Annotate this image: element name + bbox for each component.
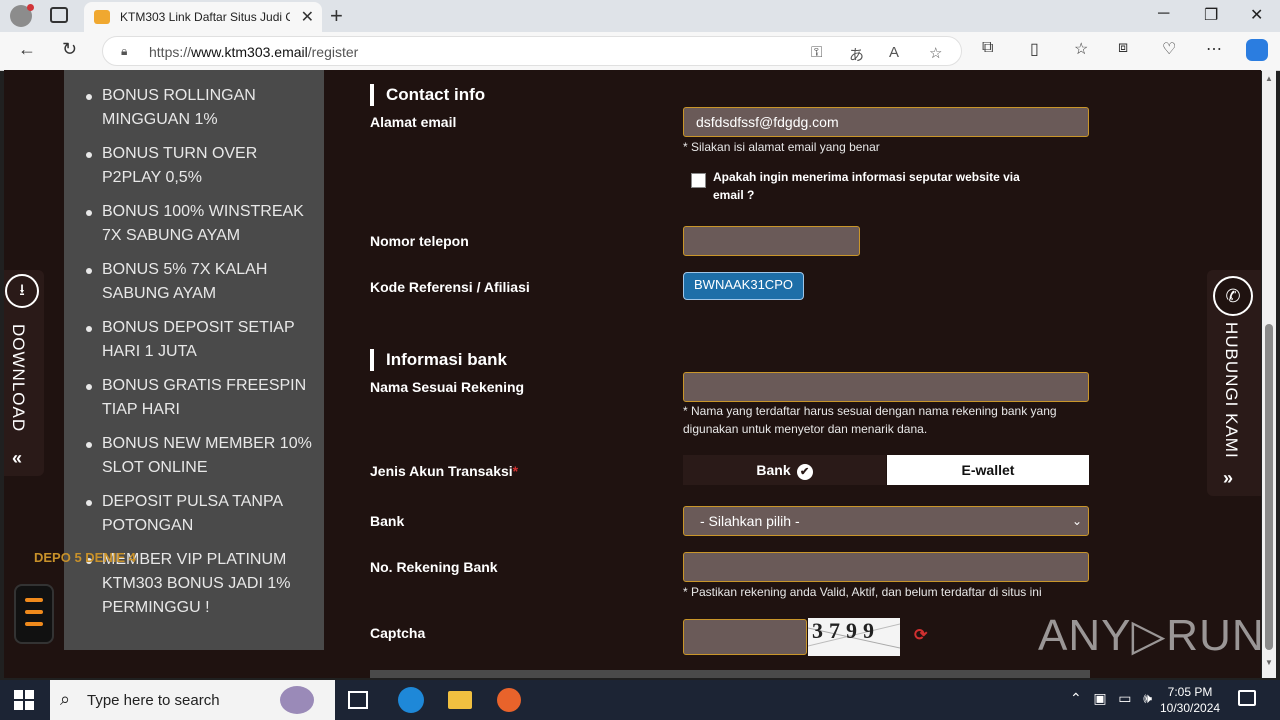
address-bar: ← ↻ 🔒︎ https://www.ktm303.email/register… <box>0 32 1280 71</box>
download-side-tab[interactable]: ⭳ DOWNLOAD « <box>4 270 44 476</box>
bank-select[interactable]: - Silahkan pilih - ⌄ <box>683 506 1089 536</box>
phone-label: Nomor telepon <box>370 233 469 249</box>
contact-section-title: Contact info <box>370 84 485 106</box>
site-favicon-icon <box>94 10 110 24</box>
extensions-icon[interactable]: ⧉ <box>982 39 993 57</box>
collapse-arrow-icon[interactable]: « <box>12 448 22 469</box>
browser-tab[interactable]: KTM303 Link Daftar Situs Judi Online ✕ <box>84 2 322 32</box>
bank-section-title: Informasi bank <box>370 349 507 371</box>
search-placeholder: Type here to search <box>87 692 220 709</box>
url-field[interactable]: 🔒︎ https://www.ktm303.email/register ⚿ あ… <box>102 36 962 66</box>
refresh-captcha-icon[interactable]: ⟳ <box>914 625 927 645</box>
favorites-icon[interactable]: ☆ <box>1074 39 1088 59</box>
promo-item: BONUS GRATIS FREESPIN TIAP HARI <box>86 374 312 422</box>
firefox-icon[interactable] <box>497 688 521 712</box>
scroll-up-icon[interactable]: ▲ <box>1265 74 1273 83</box>
account-number-field[interactable] <box>683 552 1089 582</box>
divider <box>370 670 1090 678</box>
collections-icon[interactable]: ⧈ <box>1118 39 1128 57</box>
favorite-star-icon[interactable]: ☆ <box>929 44 942 62</box>
newsletter-checkbox[interactable] <box>691 173 706 188</box>
more-menu-icon[interactable]: ⋯ <box>1206 39 1222 59</box>
split-screen-icon[interactable]: ▯ <box>1030 39 1039 59</box>
clock-time: 7:05 PM <box>1167 685 1213 699</box>
contact-side-tab[interactable]: ✆ HUBUNGI KAMI » <box>1207 270 1261 496</box>
account-name-hint: * Nama yang terdaftar harus sesuai denga… <box>683 404 1057 436</box>
lock-icon: 🔒︎ <box>121 44 128 58</box>
file-explorer-icon[interactable] <box>448 691 472 709</box>
scroll-down-icon[interactable]: ▼ <box>1265 658 1273 667</box>
promo-item: BONUS 5% 7X KALAH SABUNG AYAM <box>86 258 312 306</box>
account-number-hint: * Pastikan rekening anda Valid, Aktif, d… <box>683 585 1042 599</box>
copilot-icon[interactable] <box>1246 39 1268 61</box>
task-view-icon[interactable] <box>348 691 368 709</box>
close-tab-icon[interactable]: ✕ <box>301 7 314 27</box>
captcha-field[interactable] <box>683 619 807 655</box>
scrollbar-thumb[interactable] <box>1265 324 1273 650</box>
windows-start-icon[interactable] <box>14 690 34 710</box>
download-label: DOWNLOAD <box>9 324 28 433</box>
promo-list: BONUS ROLLINGAN MINGGUAN 1% BONUS TURN O… <box>64 70 324 620</box>
phone-icon: ✆ <box>1213 276 1253 316</box>
back-icon[interactable]: ← <box>18 39 36 60</box>
tab-ewallet[interactable]: E-wallet <box>887 455 1089 485</box>
email-hint: * Silakan isi alamat email yang benar <box>683 140 880 154</box>
promo-item: BONUS NEW MEMBER 10% SLOT ONLINE <box>86 432 312 480</box>
minimize-icon[interactable]: ─ <box>1158 5 1169 23</box>
clock[interactable]: 7:05 PM 10/30/2024 <box>1160 684 1220 716</box>
page-scrollbar[interactable]: ▲ ▼ <box>1262 70 1276 678</box>
bank-label: Bank <box>370 513 405 529</box>
account-number-label: No. Rekening Bank <box>370 559 498 575</box>
expand-arrow-icon[interactable]: » <box>1223 468 1233 489</box>
refresh-icon[interactable]: ↻ <box>62 39 77 60</box>
phone-field[interactable] <box>683 226 860 256</box>
url-text: https://www.ktm303.email/register <box>149 44 359 60</box>
email-field[interactable]: dsfdsdfssf@fdgdg.com <box>683 107 1089 137</box>
edge-icon[interactable] <box>398 687 424 713</box>
newsletter-label: Apakah ingin menerima informasi seputar … <box>713 170 1020 202</box>
referral-label: Kode Referensi / Afiliasi <box>370 279 530 295</box>
key-icon[interactable]: ⚿ <box>811 44 822 61</box>
notifications-icon[interactable] <box>1238 690 1256 706</box>
search-highlight-icon <box>280 686 314 714</box>
close-window-icon[interactable]: ✕ <box>1250 5 1263 25</box>
transaction-type-label: Jenis Akun Transaksi* <box>370 463 519 479</box>
captcha-image: 3799 <box>808 618 900 656</box>
register-page: BONUS ROLLINGAN MINGGUAN 1% BONUS TURN O… <box>4 70 1261 678</box>
promo-item: BONUS DEPOSIT SETIAP HARI 1 JUTA <box>86 316 312 364</box>
account-name-field[interactable] <box>683 372 1089 402</box>
download-icon: ⭳ <box>5 274 39 308</box>
promo-item: BONUS 100% WINSTREAK 7X SABUNG AYAM <box>86 200 312 248</box>
account-name-label: Nama Sesuai Rekening <box>370 379 525 395</box>
restore-icon[interactable]: ❐ <box>1204 5 1218 25</box>
check-icon: ✔ <box>796 464 813 480</box>
search-icon: ⌕ <box>60 689 71 709</box>
depo-badge[interactable]: DEPO 5 DENIE 4 <box>34 550 136 565</box>
captcha-label: Captcha <box>370 625 426 641</box>
chevron-down-icon: ⌄ <box>1071 514 1082 528</box>
referral-code-field[interactable]: BWNAAK31CPO <box>683 272 804 300</box>
read-aloud-icon[interactable]: A <box>889 44 899 61</box>
performance-icon[interactable]: ♡ <box>1162 39 1176 59</box>
promo-item: DEPOSIT PULSA TANPA POTONGAN <box>86 490 312 538</box>
browser-tab-bar: KTM303 Link Daftar Situs Judi Online ✕ +… <box>0 0 1280 32</box>
taskbar: ⌕ Type here to search ⌃ ▣ ▭ 🕪︎ 7:05 PM 1… <box>0 680 1280 720</box>
contact-tab-label: HUBUNGI KAMI <box>1222 322 1241 459</box>
profile-icon[interactable] <box>10 4 34 27</box>
tab-title: KTM303 Link Daftar Situs Judi Online <box>120 10 290 24</box>
email-label: Alamat email <box>370 114 457 130</box>
translate-icon[interactable]: あ <box>849 44 864 65</box>
new-tab-icon[interactable]: + <box>330 3 343 29</box>
tab-actions-icon[interactable] <box>50 7 68 23</box>
tab-bank[interactable]: Bank ✔ <box>683 455 886 485</box>
system-tray[interactable]: ⌃ ▣ ▭ 🕪︎ <box>1070 690 1152 707</box>
floating-menu-button[interactable] <box>14 584 54 644</box>
taskbar-search[interactable]: ⌕ Type here to search <box>50 680 335 720</box>
promo-item: BONUS TURN OVER P2PLAY 0,5% <box>86 142 312 190</box>
anyrun-watermark: ANY▷RUN <box>1038 611 1261 660</box>
promo-item: BONUS ROLLINGAN MINGGUAN 1% <box>86 84 312 132</box>
captcha-text: 3799 <box>812 618 880 643</box>
clock-date: 10/30/2024 <box>1160 701 1221 715</box>
